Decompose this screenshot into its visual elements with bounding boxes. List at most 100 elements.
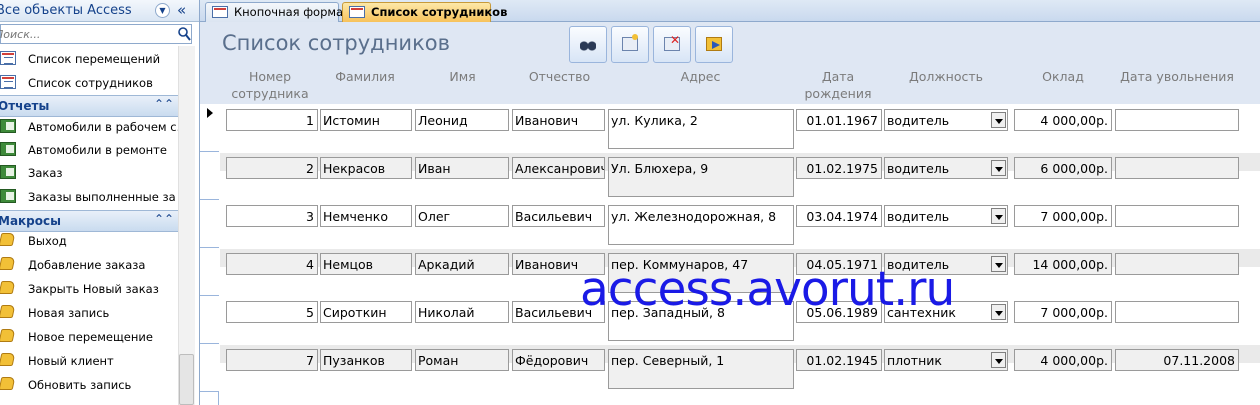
- nav-item-label: Выход: [28, 234, 67, 248]
- nav-macro-item[interactable]: Новый клиент: [0, 349, 178, 373]
- birth-date-field[interactable]: 01.01.1967: [796, 109, 882, 131]
- employee-number-field[interactable]: 2: [226, 157, 318, 179]
- position-combo[interactable]: водитель: [884, 109, 1008, 131]
- position-combo[interactable]: водитель: [884, 157, 1008, 179]
- tab-switchboard[interactable]: Кнопочная форма: [205, 2, 343, 22]
- patronymic-field[interactable]: Васильевич: [512, 205, 605, 227]
- last-name-field[interactable]: Немченко: [320, 205, 412, 227]
- salary-field[interactable]: 7 000,00р.: [1014, 205, 1112, 227]
- first-name-field[interactable]: Роман: [415, 349, 509, 371]
- nav-macro-item[interactable]: Обновить запись: [0, 373, 178, 397]
- dropdown-arrow-icon[interactable]: [991, 208, 1006, 224]
- patronymic-field[interactable]: Фёдорович: [512, 349, 605, 371]
- first-name-field[interactable]: Аркадий: [415, 253, 509, 275]
- position-combo[interactable]: водитель: [884, 205, 1008, 227]
- dropdown-arrow-icon[interactable]: [991, 112, 1006, 128]
- new-record-button[interactable]: [611, 26, 649, 63]
- nav-title[interactable]: Все объекты Access: [0, 3, 132, 18]
- nav-menu-dropdown-icon[interactable]: ▼: [155, 3, 170, 18]
- nav-item-label: Закрыть Новый заказ: [28, 282, 159, 296]
- record-selector[interactable]: [200, 296, 219, 344]
- form-icon: [212, 6, 228, 18]
- address-field[interactable]: Ул. Блюхера, 9: [608, 157, 794, 197]
- salary-field[interactable]: 14 000,00р.: [1014, 253, 1112, 275]
- first-name-field[interactable]: Олег: [415, 205, 509, 227]
- patronymic-field[interactable]: Иванович: [512, 109, 605, 131]
- last-name-field[interactable]: Истомин: [320, 109, 412, 131]
- last-name-field[interactable]: Некрасов: [320, 157, 412, 179]
- dismissal-date-field[interactable]: [1115, 157, 1239, 179]
- delete-record-button[interactable]: [653, 26, 691, 63]
- first-name-field[interactable]: Леонид: [415, 109, 509, 131]
- employee-number-field[interactable]: 4: [226, 253, 318, 275]
- nav-report-item[interactable]: Автомобили в рабочем с...: [0, 115, 178, 139]
- nav-search-input[interactable]: [0, 26, 173, 42]
- address-field[interactable]: ул. Кулика, 2: [608, 109, 794, 149]
- dropdown-arrow-icon[interactable]: [991, 160, 1006, 176]
- first-name-field[interactable]: Иван: [415, 157, 509, 179]
- nav-macro-item[interactable]: Новая запись: [0, 301, 178, 325]
- employee-number-field[interactable]: 1: [226, 109, 318, 131]
- salary-field[interactable]: 6 000,00р.: [1014, 157, 1112, 179]
- dismissal-date-field[interactable]: [1115, 301, 1239, 323]
- chevron-up-icon[interactable]: ⌃⌃: [154, 97, 174, 111]
- nav-scrollbar[interactable]: [178, 46, 195, 405]
- report-icon: [0, 142, 16, 156]
- tab-employee-list[interactable]: Список сотрудников: [342, 2, 507, 22]
- dismissal-date-field[interactable]: [1115, 205, 1239, 227]
- nav-form-item[interactable]: Список перемещений: [0, 47, 178, 71]
- record-selector[interactable]: [200, 200, 219, 248]
- salary-field[interactable]: 4 000,00р.: [1014, 109, 1112, 131]
- nav-report-item[interactable]: Автомобили в ремонте: [0, 138, 178, 162]
- nav-item-label: Новое перемещение: [28, 330, 153, 344]
- first-name-field[interactable]: Николай: [415, 301, 509, 323]
- dismissal-date-field[interactable]: [1115, 109, 1239, 131]
- dismissal-date-field[interactable]: 07.11.2008: [1115, 349, 1239, 371]
- header-patronymic: Отчество: [528, 69, 591, 84]
- find-button[interactable]: [569, 26, 607, 63]
- salary-field[interactable]: 7 000,00р.: [1014, 301, 1112, 323]
- birth-date-field[interactable]: 03.04.1974: [796, 205, 882, 227]
- record-selector[interactable]: [200, 344, 219, 392]
- nav-report-item[interactable]: Заказы выполненные за ...: [0, 185, 178, 209]
- address-field[interactable]: пер. Северный, 1: [608, 349, 794, 389]
- nav-form-item[interactable]: Список сотрудников: [0, 71, 178, 95]
- employee-number-field[interactable]: 7: [226, 349, 318, 371]
- employee-number-field[interactable]: 5: [226, 301, 318, 323]
- form-icon: [349, 6, 365, 18]
- header-salary: Оклад: [1042, 69, 1084, 84]
- nav-macro-item[interactable]: Новое перемещение: [0, 325, 178, 349]
- nav-header[interactable]: Все объекты Access ▼ «: [0, 0, 199, 22]
- last-name-field[interactable]: Пузанков: [320, 349, 412, 371]
- nav-group-reports[interactable]: Отчеты ⌃⌃: [0, 95, 178, 117]
- nav-macro-item[interactable]: Закрыть Новый заказ: [0, 277, 178, 301]
- last-name-field[interactable]: Сироткин: [320, 301, 412, 323]
- record-selector[interactable]: [200, 152, 219, 200]
- dropdown-arrow-icon[interactable]: [991, 352, 1006, 368]
- birth-date-field[interactable]: 01.02.1975: [796, 157, 882, 179]
- dropdown-arrow-icon[interactable]: [991, 304, 1006, 320]
- last-name-field[interactable]: Немцов: [320, 253, 412, 275]
- nav-scrollbar-thumb[interactable]: [179, 354, 194, 405]
- employee-number-field[interactable]: 3: [226, 205, 318, 227]
- exit-form-button[interactable]: [695, 26, 733, 63]
- macro-icon: [0, 353, 16, 366]
- dropdown-arrow-icon[interactable]: [991, 256, 1006, 272]
- patronymic-field[interactable]: Алексанрович: [512, 157, 605, 179]
- report-icon: [0, 165, 16, 179]
- chevron-up-icon[interactable]: ⌃⌃: [154, 212, 174, 226]
- dismissal-date-field[interactable]: [1115, 253, 1239, 275]
- salary-field[interactable]: 4 000,00р.: [1014, 349, 1112, 371]
- birth-date-field[interactable]: 01.02.1945: [796, 349, 882, 371]
- nav-report-item[interactable]: Заказ: [0, 161, 178, 185]
- position-combo[interactable]: плотник: [884, 349, 1008, 371]
- position-value: водитель: [887, 113, 950, 128]
- record-selector[interactable]: [200, 248, 219, 296]
- address-field[interactable]: ул. Железнодорожная, 8: [608, 205, 794, 245]
- record-selector[interactable]: [200, 104, 219, 152]
- nav-macro-item[interactable]: Выход: [0, 229, 178, 253]
- search-icon[interactable]: [177, 26, 191, 42]
- current-record-arrow-icon: [207, 108, 213, 118]
- nav-collapse-icon[interactable]: «: [177, 1, 186, 19]
- nav-macro-item[interactable]: Добавление заказа: [0, 253, 178, 277]
